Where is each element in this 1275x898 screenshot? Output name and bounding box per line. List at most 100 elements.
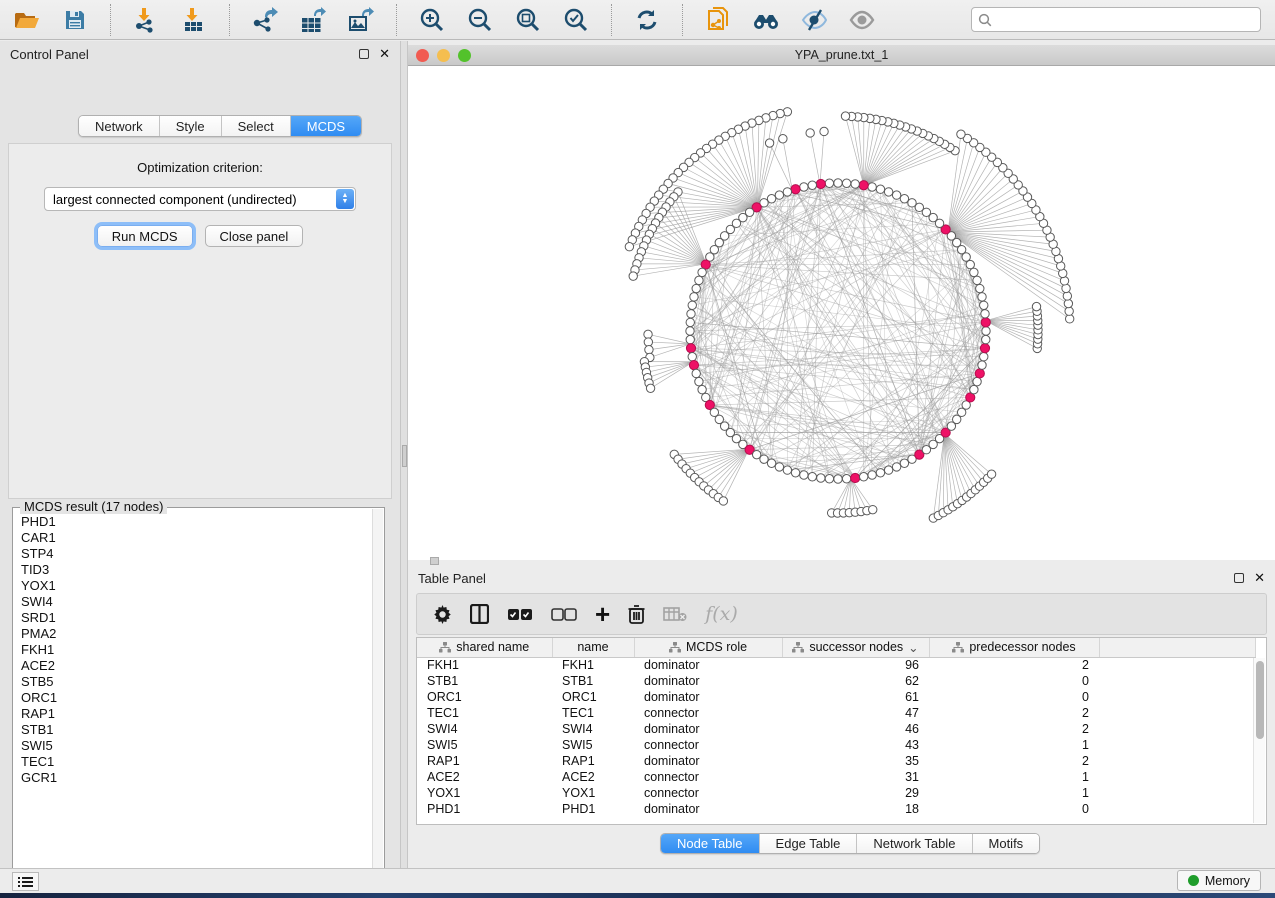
mcds-result-title: MCDS result (17 nodes) [20,499,167,514]
select-all-columns-icon[interactable] [507,608,533,621]
table-row[interactable]: SWI5SWI5connector431 [417,737,1255,753]
table-scrollbar[interactable] [1253,658,1265,823]
first-neighbors-icon[interactable] [749,4,783,36]
table-settings-gear-icon[interactable] [433,605,452,624]
export-image-icon[interactable] [344,4,378,36]
delete-table-icon [663,606,687,622]
refresh-icon[interactable] [630,4,664,36]
table-row[interactable]: ACE2ACE2connector311 [417,769,1255,785]
memory-button[interactable]: Memory [1177,870,1261,891]
close-table-panel-icon[interactable]: ✕ [1254,573,1265,583]
result-node[interactable]: ORC1 [21,690,370,706]
tab-network-table[interactable]: Network Table [857,834,972,853]
run-mcds-button[interactable]: Run MCDS [97,225,193,247]
tab-style[interactable]: Style [160,116,222,136]
search-box[interactable] [971,7,1261,32]
zoom-selected-icon[interactable] [559,4,593,36]
unselect-all-columns-icon[interactable] [551,608,577,621]
tab-select[interactable]: Select [222,116,291,136]
table-row[interactable]: YOX1YOX1connector291 [417,785,1255,801]
close-panel-button[interactable]: Close panel [205,225,304,247]
delete-column-icon[interactable] [628,604,645,624]
result-node[interactable]: STB1 [21,722,370,738]
result-node[interactable]: SWI5 [21,738,370,754]
table-row[interactable]: ORC1ORC1dominator610 [417,689,1255,705]
result-node[interactable]: FKH1 [21,642,370,658]
result-node[interactable]: SWI4 [21,594,370,610]
table-row[interactable]: STB1STB1dominator620 [417,673,1255,689]
result-node[interactable]: YOX1 [21,578,370,594]
show-column-icon[interactable] [470,604,489,624]
table-row[interactable]: RAP1RAP1dominator352 [417,753,1255,769]
scrollbar-thumb[interactable] [1256,661,1264,739]
result-node[interactable]: STP4 [21,546,370,562]
tab-node-table[interactable]: Node Table [661,834,760,853]
application-window: Control Panel ✕ NetworkStyleSelectMCDS O… [0,0,1275,898]
mcds-result-list[interactable]: PHD1CAR1STP4TID3YOX1SWI4SRD1PMA2FKH1ACE2… [21,514,370,874]
result-node[interactable]: TID3 [21,562,370,578]
result-node[interactable]: STB5 [21,674,370,690]
column-header-MCDS-role[interactable]: MCDS role [634,638,782,657]
result-node[interactable]: SRD1 [21,610,370,626]
table-row[interactable]: TEC1TEC1connector472 [417,705,1255,721]
clone-network-icon[interactable] [701,4,735,36]
window-zoom-icon[interactable] [458,49,471,62]
save-session-icon[interactable] [58,4,92,36]
show-hide-icon[interactable] [797,4,831,36]
tab-edge-table[interactable]: Edge Table [760,834,858,853]
import-network-icon[interactable] [129,4,163,36]
import-table-icon[interactable] [177,4,211,36]
float-panel-icon[interactable] [359,49,369,59]
criterion-select[interactable]: largest connected component (undirected)… [44,187,356,211]
table-row[interactable]: SWI4SWI4dominator462 [417,721,1255,737]
result-scrollbar[interactable] [372,509,383,877]
memory-label: Memory [1205,874,1250,888]
result-node[interactable]: ACE2 [21,658,370,674]
table-panel-title: Table Panel [418,571,486,586]
list-icon [18,876,34,888]
zoom-fit-icon[interactable] [511,4,545,36]
result-node[interactable]: PHD1 [21,514,370,530]
open-file-icon[interactable] [10,4,44,36]
splitter-grip[interactable] [402,445,407,467]
table-panel: Table Panel ✕ + [408,565,1275,858]
tab-network[interactable]: Network [79,116,160,136]
tab-motifs[interactable]: Motifs [973,834,1040,853]
column-header-shared-name[interactable]: shared name [417,638,552,657]
float-table-panel-icon[interactable] [1234,573,1244,583]
window-minimize-icon[interactable] [437,49,450,62]
task-history-button[interactable] [12,872,39,891]
tab-mcds[interactable]: MCDS [291,116,361,136]
vertical-splitter[interactable] [400,41,408,868]
network-view-window: YPA_prune.txt_1 [408,45,1275,560]
export-network-icon[interactable] [248,4,282,36]
select-stepper-icon: ▲▼ [336,189,354,209]
table-toolbar: + f(x) [416,593,1267,635]
search-icon [978,13,992,27]
result-node[interactable]: CAR1 [21,530,370,546]
close-panel-icon[interactable]: ✕ [379,49,390,59]
create-column-icon[interactable]: + [595,605,610,623]
mcds-panel: Optimization criterion: largest connecte… [8,143,392,499]
control-panel: Control Panel ✕ NetworkStyleSelectMCDS O… [0,41,400,868]
tree-icon [439,642,451,653]
network-canvas[interactable] [408,66,1275,560]
result-node[interactable]: TEC1 [21,754,370,770]
result-node[interactable]: RAP1 [21,706,370,722]
memory-status-dot [1188,875,1199,886]
export-table-icon[interactable] [296,4,330,36]
column-header-successor-nodes[interactable]: successor nodes⌄ [782,638,929,657]
zoom-out-icon[interactable] [463,4,497,36]
column-header-predecessor-nodes[interactable]: predecessor nodes [929,638,1099,657]
table-row[interactable]: FKH1FKH1dominator962 [417,657,1255,673]
toolbar-separator [110,4,111,36]
network-window-titlebar[interactable]: YPA_prune.txt_1 [408,45,1275,66]
result-node[interactable]: GCR1 [21,770,370,786]
window-close-icon[interactable] [416,49,429,62]
column-header-name[interactable]: name [552,638,634,657]
zoom-in-icon[interactable] [415,4,449,36]
horizontal-splitter-grip[interactable] [430,557,439,565]
table-row[interactable]: PHD1PHD1dominator180 [417,801,1255,817]
search-input[interactable] [996,13,1254,27]
result-node[interactable]: PMA2 [21,626,370,642]
